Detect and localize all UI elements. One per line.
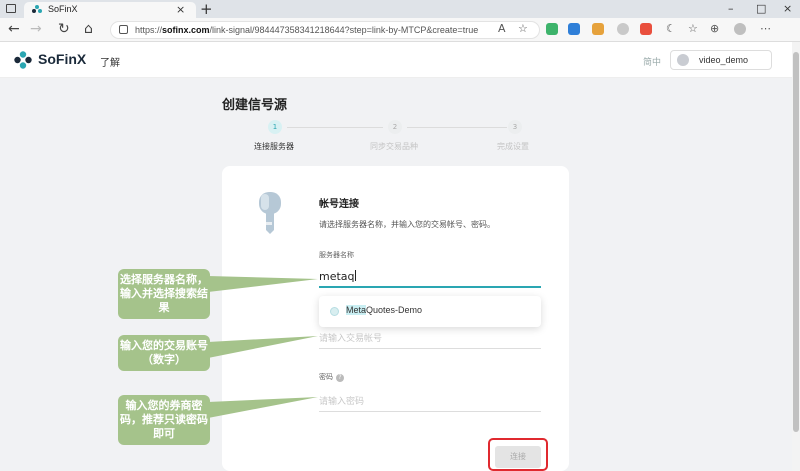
step-1-label: 连接服务器	[254, 142, 294, 151]
server-name-input[interactable]: metaq	[319, 270, 541, 288]
step-1-indicator: 1	[268, 120, 282, 134]
callout-account: 输入您的交易账号（数字）	[118, 335, 210, 371]
step-3-label: 完成设置	[497, 142, 529, 151]
password-label: 密码?	[319, 372, 344, 382]
sofinx-logo-icon[interactable]	[14, 51, 32, 69]
forward-icon[interactable]: →	[30, 21, 42, 37]
extension-c-icon[interactable]: ☾	[666, 22, 676, 35]
maximize-button[interactable]: □	[756, 2, 766, 15]
url-text: https://sofinx.com/link-signal/984447358…	[135, 25, 479, 35]
step-3-indicator: 3	[508, 120, 522, 134]
server-option[interactable]: MetaQuotes-Demo	[346, 305, 422, 315]
read-aloud-icon[interactable]: A	[498, 22, 506, 35]
collections-icon[interactable]: ⊕	[710, 22, 719, 35]
browser-tab[interactable]: SoFinX ×	[24, 2, 196, 18]
extension-shield-icon[interactable]	[546, 23, 558, 35]
text-caret	[354, 270, 356, 281]
server-label: 服务器名称	[319, 251, 354, 259]
lock-icon	[119, 25, 128, 34]
more-icon[interactable]: ⋯	[760, 22, 771, 35]
window-close-button[interactable]: ×	[783, 2, 792, 15]
extension-blue-icon[interactable]	[568, 23, 580, 35]
callout-password: 输入您的券商密码，推荐只读密码即可	[118, 395, 210, 445]
profile-avatar-icon[interactable]	[734, 23, 746, 35]
favorite-star-icon[interactable]: ☆	[518, 22, 528, 35]
server-suggestion-dropdown: MetaQuotes-Demo	[319, 296, 541, 327]
tab-close-icon[interactable]: ×	[176, 3, 185, 16]
home-icon[interactable]: ⌂	[84, 21, 93, 37]
nav-learn-link[interactable]: 了解	[100, 54, 120, 69]
user-avatar-icon	[677, 54, 689, 66]
page-title: 创建信号源	[222, 98, 288, 113]
account-placeholder: 请输入交易帐号	[319, 334, 383, 344]
connect-button[interactable]: 连接	[495, 446, 541, 468]
step-2-indicator: 2	[388, 120, 402, 134]
new-tab-button[interactable]: +	[200, 0, 213, 18]
section-description: 请选择服务器名称，并输入您的交易帐号、密码。	[319, 220, 495, 229]
extension-gray-icon[interactable]	[617, 23, 629, 35]
help-icon[interactable]: ?	[336, 374, 344, 382]
account-input[interactable]: 请输入交易帐号	[319, 331, 541, 349]
username: video_demo	[699, 55, 749, 65]
sofinx-favicon-icon	[32, 5, 42, 13]
page-scrollbar[interactable]	[792, 42, 800, 471]
key-icon	[259, 192, 281, 234]
refresh-icon[interactable]: ↻	[58, 21, 70, 37]
back-icon[interactable]: ←	[8, 21, 20, 37]
window-menu-icon[interactable]	[6, 4, 16, 13]
password-placeholder: 请输入密码	[319, 397, 365, 407]
section-title: 帐号连接	[319, 199, 359, 210]
user-menu[interactable]: video_demo	[670, 50, 772, 70]
app-header: SoFinX 了解 简中 video_demo	[0, 42, 792, 78]
scrollbar-thumb[interactable]	[793, 52, 799, 432]
step-connector	[287, 127, 383, 128]
language-switch[interactable]: 简中	[643, 55, 661, 68]
minimize-button[interactable]: –	[728, 2, 734, 15]
server-option-icon	[330, 307, 339, 316]
step-connector	[407, 127, 507, 128]
extension-orange-icon[interactable]	[592, 23, 604, 35]
browser-toolbar: ← → ↻ ⌂ https://sofinx.com/link-signal/9…	[0, 18, 800, 42]
tab-title: SoFinX	[48, 4, 78, 14]
address-bar[interactable]: https://sofinx.com/link-signal/984447358…	[110, 21, 540, 39]
logo-text[interactable]: SoFinX	[38, 51, 86, 67]
callout-server: 选择服务器名称，输入并选择搜索结果	[118, 269, 210, 319]
browser-tabbar: SoFinX × + – □ ×	[0, 0, 800, 18]
favorites-icon[interactable]: ☆	[688, 22, 698, 35]
step-2-label: 同步交易品种	[370, 142, 418, 151]
password-input[interactable]: 请输入密码	[319, 394, 541, 412]
extension-red-icon[interactable]	[640, 23, 652, 35]
